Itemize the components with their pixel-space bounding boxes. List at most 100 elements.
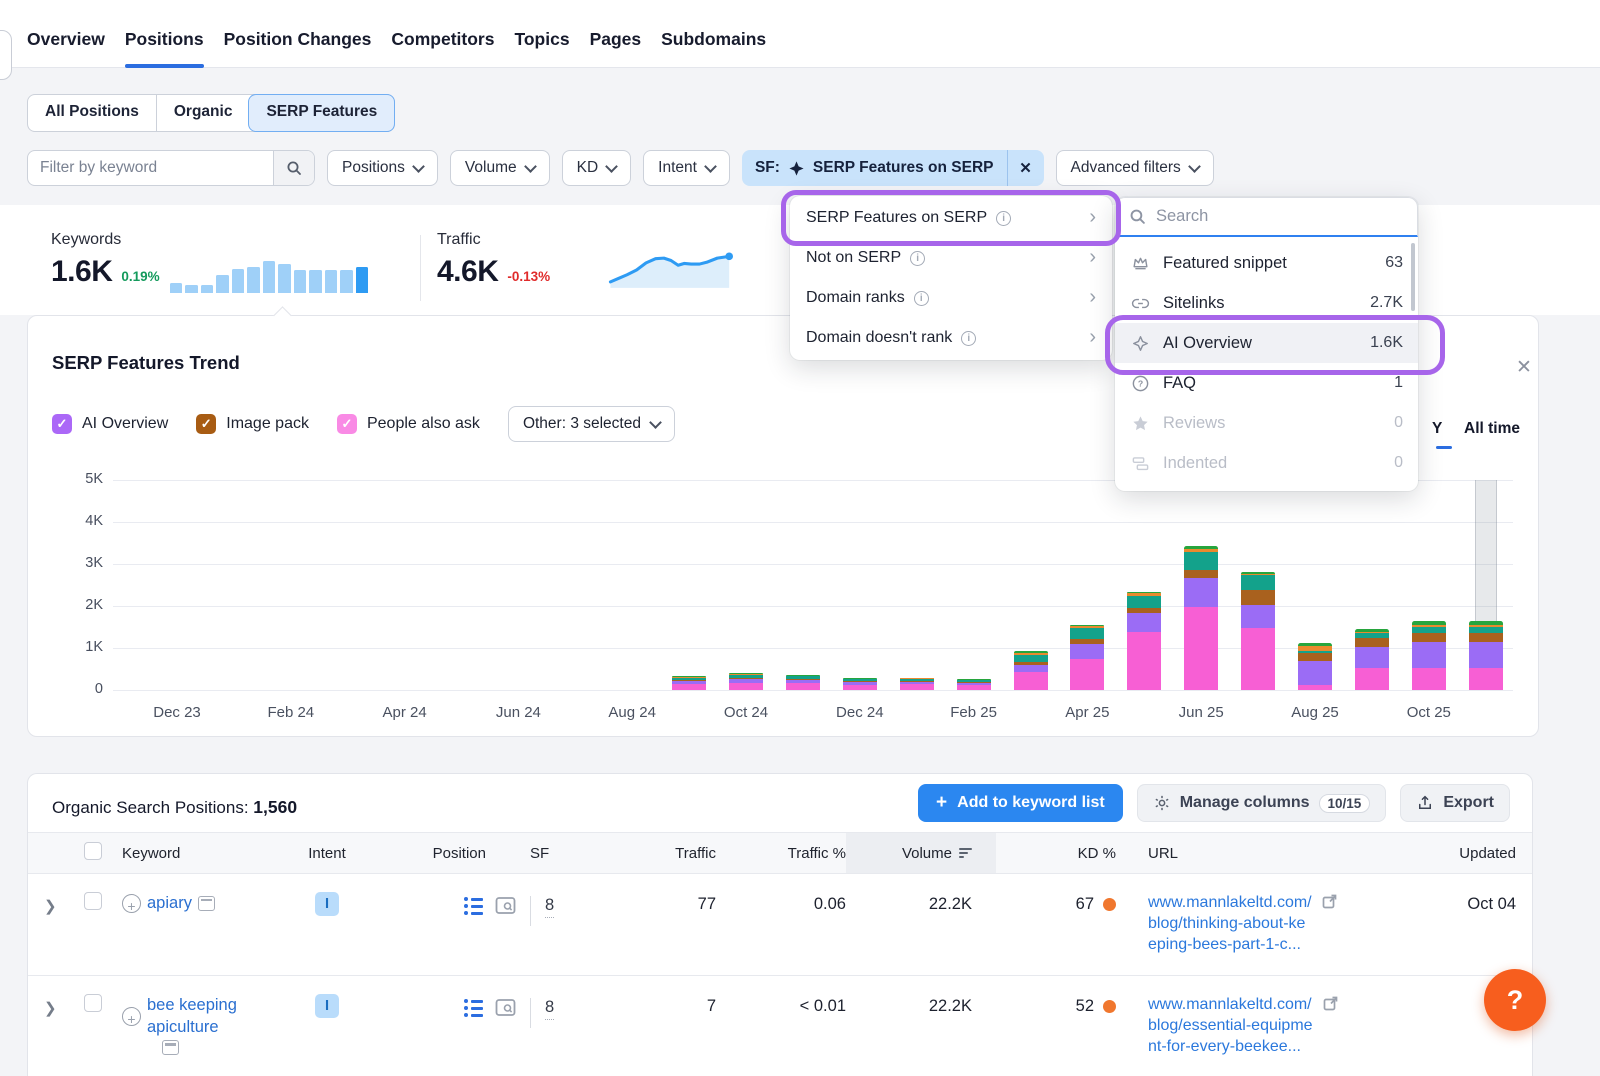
url-link[interactable]: www.mannlakeltd.com/ blog/thinking-about… (1148, 892, 1312, 955)
search-placeholder: Search (1156, 207, 1208, 226)
bar-stack-apr-25[interactable] (1070, 625, 1104, 690)
submenu-sitelinks[interactable]: Sitelinks 2.7K (1115, 283, 1418, 323)
col-position[interactable]: Position (362, 845, 530, 862)
col-traffic-pct[interactable]: Traffic % (716, 845, 846, 862)
external-link-icon[interactable] (1322, 894, 1337, 909)
volume-filter-dropdown[interactable]: Volume (450, 150, 550, 186)
add-keyword-icon[interactable]: + (122, 1007, 141, 1026)
tab-serp-features[interactable]: SERP Features (248, 94, 395, 132)
help-button[interactable]: ? (1484, 969, 1546, 1031)
expand-row-icon[interactable]: ❯ (44, 999, 84, 1017)
kd-filter-dropdown[interactable]: KD (562, 150, 632, 186)
other-features-dropdown[interactable]: Other: 3 selected (508, 406, 675, 442)
indented-icon (1131, 454, 1150, 473)
legend-ai-overview[interactable]: ✓ AI Overview (52, 414, 168, 434)
bar-stack-sep-24[interactable] (672, 676, 706, 690)
serp-preview-icon[interactable] (495, 896, 516, 916)
bar-stack-jun-25[interactable] (1184, 546, 1218, 690)
nav-overview[interactable]: Overview (27, 29, 105, 67)
list-view-icon[interactable] (464, 894, 483, 918)
menu-item-domain-doesnt-rank[interactable]: Domain doesn't rank i › (790, 318, 1112, 358)
submenu-ai-overview[interactable]: AI Overview 1.6K (1115, 323, 1418, 363)
tab-organic[interactable]: Organic (156, 95, 250, 131)
sf-filter-chip[interactable]: SF: SERP Features on SERP ✕ (742, 150, 1044, 186)
time-range-alltime-tab[interactable]: All time (1464, 420, 1520, 438)
bar-stack-feb-25[interactable] (957, 679, 991, 690)
expand-row-icon[interactable]: ❯ (44, 897, 84, 915)
legend-people-also-ask[interactable]: ✓ People also ask (337, 414, 480, 434)
bar-stack-oct-24[interactable] (729, 673, 763, 690)
col-traffic[interactable]: Traffic (586, 845, 716, 862)
list-view-icon[interactable] (464, 996, 483, 1020)
search-button[interactable] (273, 151, 314, 185)
col-url[interactable]: URL (1116, 845, 1380, 862)
keyword-link[interactable]: apiary (147, 892, 192, 914)
sf-chip-remove-button[interactable]: ✕ (1007, 150, 1044, 186)
advanced-filters-dropdown[interactable]: Advanced filters (1056, 150, 1214, 186)
col-sf[interactable]: SF (530, 845, 586, 862)
legend-image-pack[interactable]: ✓ Image pack (196, 414, 309, 434)
bar-stack-oct-25[interactable] (1412, 621, 1446, 690)
menu-item-not-on-serp[interactable]: Not on SERP i › (790, 238, 1112, 278)
scrollbar[interactable] (1411, 243, 1415, 311)
bar-segment (1241, 628, 1275, 690)
bar-stack-sep-25[interactable] (1355, 629, 1389, 690)
intent-badge[interactable]: I (315, 892, 339, 916)
col-kd[interactable]: KD % (996, 845, 1116, 862)
intent-badge[interactable]: I (315, 994, 339, 1018)
submenu-faq[interactable]: ? FAQ 1 (1115, 363, 1418, 403)
bar-stack-jul-25[interactable] (1241, 572, 1275, 690)
nav-subdomains[interactable]: Subdomains (661, 29, 766, 67)
bar-stack-may-25[interactable] (1127, 592, 1161, 690)
tab-all-positions[interactable]: All Positions (28, 95, 156, 131)
submenu-indented[interactable]: Indented 0 (1115, 443, 1418, 483)
nav-competitors[interactable]: Competitors (391, 29, 494, 67)
time-range-1y-tab[interactable]: Y (1432, 420, 1442, 438)
table-title: Organic Search Positions: 1,560 (52, 797, 297, 818)
nav-positions[interactable]: Positions (125, 29, 204, 67)
intent-filter-dropdown[interactable]: Intent (643, 150, 730, 186)
nav-position-changes[interactable]: Position Changes (224, 29, 372, 67)
col-keyword[interactable]: Keyword (122, 845, 292, 862)
row-checkbox[interactable] (84, 892, 102, 910)
menu-item-domain-ranks[interactable]: Domain ranks i › (790, 278, 1112, 318)
submenu-item-count: 0 (1394, 454, 1403, 472)
keyword-link[interactable]: bee keeping apiculture (147, 994, 251, 1038)
select-all-checkbox[interactable] (84, 842, 102, 860)
bar-stack-jan-25[interactable] (900, 678, 934, 690)
manage-columns-button[interactable]: Manage columns 10/15 (1137, 784, 1387, 822)
position-value[interactable]: 8 (545, 998, 554, 1020)
menu-item-serp-features-on-serp[interactable]: SERP Features on SERP i › (790, 198, 1112, 238)
submenu-search[interactable]: Search (1115, 197, 1418, 237)
keyword-filter-input[interactable] (28, 151, 273, 185)
bar-stack-nov-25[interactable] (1469, 621, 1503, 690)
submenu-reviews[interactable]: Reviews 0 (1115, 403, 1418, 443)
bar-stack-aug-25[interactable] (1298, 643, 1332, 690)
submenu-item-count: 1.6K (1370, 334, 1403, 352)
bar-stack-nov-24[interactable] (786, 675, 820, 690)
export-button[interactable]: Export (1400, 784, 1510, 822)
add-keyword-icon[interactable]: + (122, 894, 141, 913)
serp-snapshot-icon[interactable] (162, 1040, 179, 1055)
col-updated[interactable]: Updated (1380, 845, 1516, 862)
x-axis-tick: Feb 24 (246, 704, 336, 721)
positions-filter-dropdown[interactable]: Positions (327, 150, 438, 186)
bar-stack-mar-25[interactable] (1014, 651, 1048, 690)
col-intent[interactable]: Intent (292, 845, 362, 862)
serp-preview-icon[interactable] (495, 998, 516, 1018)
external-link-icon[interactable] (1323, 996, 1338, 1011)
nav-pages[interactable]: Pages (590, 29, 642, 67)
position-value[interactable]: 8 (545, 896, 554, 918)
submenu-featured-snippet[interactable]: Featured snippet 63 (1115, 243, 1418, 283)
bar-segment (1127, 632, 1161, 690)
bar-stack-dec-24[interactable] (843, 678, 877, 690)
col-volume-sorted[interactable]: Volume (846, 833, 996, 873)
row-checkbox[interactable] (84, 994, 102, 1012)
add-to-keyword-list-button[interactable]: + Add to keyword list (918, 784, 1123, 822)
url-cell: www.mannlakeltd.com/ blog/thinking-about… (1116, 892, 1380, 955)
nav-topics[interactable]: Topics (514, 29, 569, 67)
url-link[interactable]: www.mannlakeltd.com/ blog/essential-equi… (1148, 994, 1313, 1057)
close-icon[interactable]: ✕ (1516, 358, 1532, 377)
positions-table-card: Organic Search Positions: 1,560 + Add to… (27, 773, 1533, 1076)
serp-snapshot-icon[interactable] (198, 896, 215, 911)
